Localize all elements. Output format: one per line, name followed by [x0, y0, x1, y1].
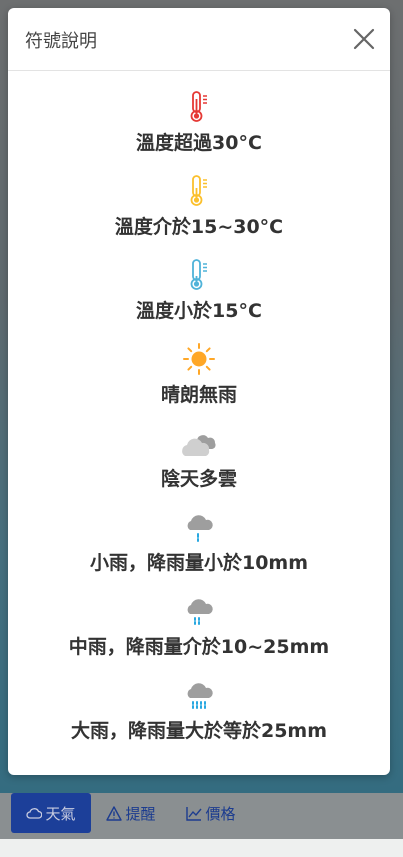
- legend-label: 晴朗無雨: [160, 384, 237, 406]
- legend-label: 大雨，降雨量大於等於25mm: [70, 720, 328, 742]
- tab-weather[interactable]: 天氣: [11, 793, 91, 833]
- legend-item-hot: 溫度超過30°C: [8, 90, 390, 155]
- legend-item-cloudy: 陰天多雲: [8, 426, 390, 491]
- sunny-icon: [183, 343, 215, 375]
- legend-item-light-rain: 小雨，降雨量小於10mm: [8, 510, 390, 575]
- thermometer-cold-icon: [190, 259, 207, 290]
- thermometer-hot-icon: [190, 91, 207, 122]
- tab-reminder[interactable]: 提醒: [103, 793, 159, 833]
- legend-label: 溫度介於15~30°C: [114, 216, 284, 238]
- legend-item-moderate-rain: 中雨，降雨量介於10~25mm: [8, 594, 390, 659]
- warning-icon: [106, 805, 123, 821]
- modal-title: 符號說明: [25, 31, 97, 52]
- legend-label: 溫度超過30°C: [136, 132, 262, 154]
- tab-price-label: 價格: [205, 804, 236, 823]
- legend-item-cold: 溫度小於15°C: [8, 258, 390, 323]
- bottom-nav: 天氣 提醒 價格: [0, 793, 403, 839]
- thermometer-warm-icon: [190, 175, 207, 206]
- tab-weather-label: 天氣: [45, 804, 76, 823]
- tab-reminder-label: 提醒: [125, 804, 156, 823]
- moderate-rain-icon: [187, 599, 213, 625]
- legend-item-warm: 溫度介於15~30°C: [8, 174, 390, 239]
- line-chart-icon: [186, 806, 203, 821]
- legend-item-heavy-rain: 大雨，降雨量大於等於25mm: [8, 678, 390, 743]
- legend-label: 陰天多雲: [160, 468, 237, 490]
- page-footer-strip: [0, 839, 403, 857]
- heavy-rain-icon: [187, 683, 213, 709]
- light-rain-icon: [187, 515, 213, 542]
- modal-header: 符號說明: [8, 8, 390, 71]
- tab-price[interactable]: 價格: [183, 793, 239, 833]
- cloudy-icon: [182, 435, 216, 456]
- legend-modal: 符號說明 溫度超過30°C 溫度介於15~30°C 溫度小於15°C 晴朗無雨 …: [8, 8, 390, 775]
- cloud-icon: [26, 808, 43, 819]
- close-icon[interactable]: [352, 27, 376, 51]
- legend-label: 溫度小於15°C: [136, 300, 262, 322]
- legend-label: 小雨，降雨量小於10mm: [89, 552, 309, 574]
- legend-label: 中雨，降雨量介於10~25mm: [68, 636, 330, 658]
- legend-item-sunny: 晴朗無雨: [8, 342, 390, 407]
